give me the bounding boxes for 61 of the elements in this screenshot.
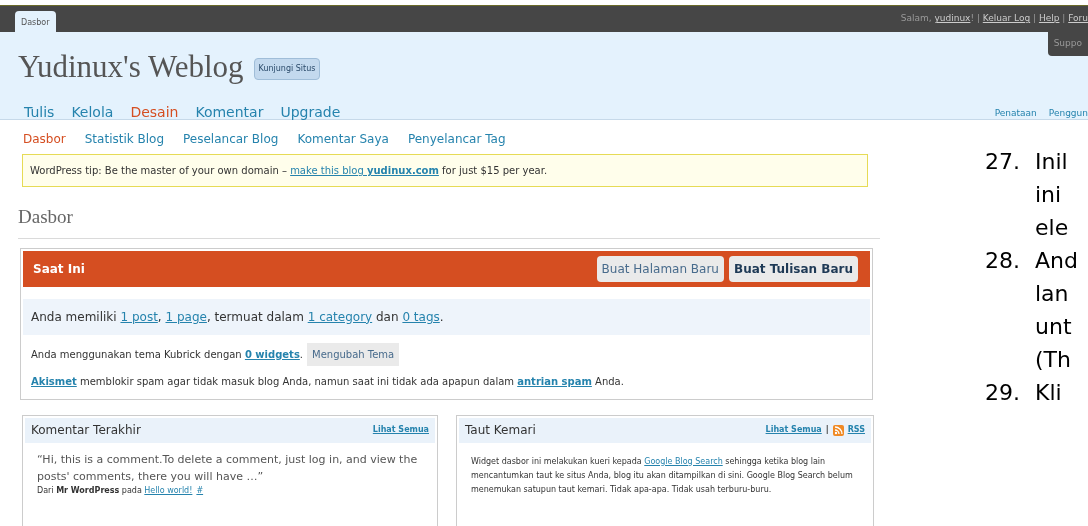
document-text: Inil <box>1035 148 1069 176</box>
text-link[interactable]: Hello world! <box>144 485 193 495</box>
see-all-link[interactable]: Lihat Semua <box>372 424 429 436</box>
document-text: lan <box>1035 280 1070 308</box>
text-link[interactable]: Help <box>1038 13 1060 24</box>
subnav-link[interactable]: Komentar Saya <box>297 130 389 148</box>
nav-tab[interactable]: Upgrade <box>280 101 341 123</box>
nav-tab[interactable]: Kelola <box>71 101 114 123</box>
incoming-links-text: Widget dasbor ini melakukan kueri kepada Google Blog Search sehingga ketika blog lain mencantumkan taut ke situs Anda, blog itu akan ditampilkan di sini. Google Blog Search belum menemukan satupun taut kemari. Tidak apa-apa. Tidak usah terburu-buru. <box>470 455 854 496</box>
comment-byline: Dari Mr WordPress pada Hello world! # <box>36 484 205 497</box>
site-title: Yudinux's Weblog <box>18 48 244 86</box>
nav-link[interactable]: Penataan <box>994 107 1037 121</box>
subnav-link[interactable]: Peselancar Blog <box>183 130 279 148</box>
dashboard-tab[interactable]: Dasbor <box>15 11 56 32</box>
nav-tab[interactable]: Tulis <box>24 101 55 123</box>
document-text: unt <box>1035 313 1073 341</box>
nav-link[interactable]: Penggun <box>1048 107 1088 121</box>
separator-text: | <box>825 424 829 436</box>
subnav-link[interactable]: Dasbor <box>23 130 66 148</box>
summary-text: Anda memiliki 1 post, 1 page, termuat dalam 1 category dan 0 tags. <box>23 298 870 335</box>
document-text: ini <box>1035 181 1063 209</box>
see-all-link[interactable]: Lihat Semua <box>765 424 822 436</box>
text-link[interactable]: 0 widgets <box>244 348 300 360</box>
document-text: (Th <box>1035 346 1072 374</box>
text-link[interactable]: 1 category <box>307 309 373 324</box>
visit-site-button[interactable]: Kunjungi Situs <box>253 58 321 81</box>
text-link[interactable]: Keluar Log <box>982 13 1031 24</box>
greeting-text: Salam, yudinux! | Keluar Log | Help | Foru <box>900 12 1088 26</box>
panel-title: Saat Ini <box>33 260 85 278</box>
text-link[interactable]: make this blog yudinux.com <box>290 165 439 176</box>
change-theme-button[interactable]: Mengubah Tema <box>307 342 400 366</box>
new-item-button[interactable]: Buat Tulisan Baru <box>729 255 858 282</box>
panel-title: Komentar Terakhir <box>31 422 141 439</box>
text-link[interactable]: Foru <box>1068 13 1088 24</box>
document-text: ele <box>1035 214 1069 242</box>
panel-title: Taut Kemari <box>465 422 536 439</box>
text-link[interactable]: antrian spam <box>517 375 592 387</box>
document-text: Kli <box>1035 379 1062 407</box>
page-title: Dasbor <box>18 206 73 227</box>
akismet-text: Akismet memblokir spam agar tidak masuk blog Anda, namun saat ini tidak ada apapun dalam antrian spam Anda. <box>30 374 625 389</box>
list-number: 29. <box>985 379 1021 407</box>
new-item-button[interactable]: Buat Halaman Baru <box>596 255 724 282</box>
text-link[interactable]: 1 post <box>120 309 158 324</box>
list-number: 27. <box>985 148 1021 176</box>
rss-icon[interactable] <box>832 424 844 436</box>
text-link[interactable]: 1 page <box>165 309 207 324</box>
nav-tab[interactable]: Komentar <box>195 101 264 123</box>
text-link[interactable]: 0 tags <box>402 309 440 324</box>
list-number: 28. <box>985 247 1021 275</box>
rss-link[interactable]: RSS <box>847 424 865 436</box>
nav-tab[interactable]: Desain <box>130 101 179 123</box>
text-link[interactable]: # <box>196 485 204 495</box>
text-link[interactable]: Akismet <box>31 375 77 387</box>
subnav-link[interactable]: Statistik Blog <box>84 130 165 148</box>
support-tab[interactable]: Suppo <box>1047 32 1088 56</box>
comment-quote: “Hi, this is a comment.To delete a comment, just log in, and view the posts' comments, there you will have …” <box>36 451 419 485</box>
tip-banner: WordPress tip: Be the master of your own domain – make this blog yudinux.com for just $15 per year. <box>22 154 868 187</box>
document-text: And <box>1035 247 1078 275</box>
text-link[interactable]: Google Blog Search <box>644 456 723 466</box>
theme-text: Anda menggunakan tema Kubrick dengan 0 widgets. <box>31 347 303 362</box>
subnav-link[interactable]: Penyelancar Tag <box>407 130 506 148</box>
